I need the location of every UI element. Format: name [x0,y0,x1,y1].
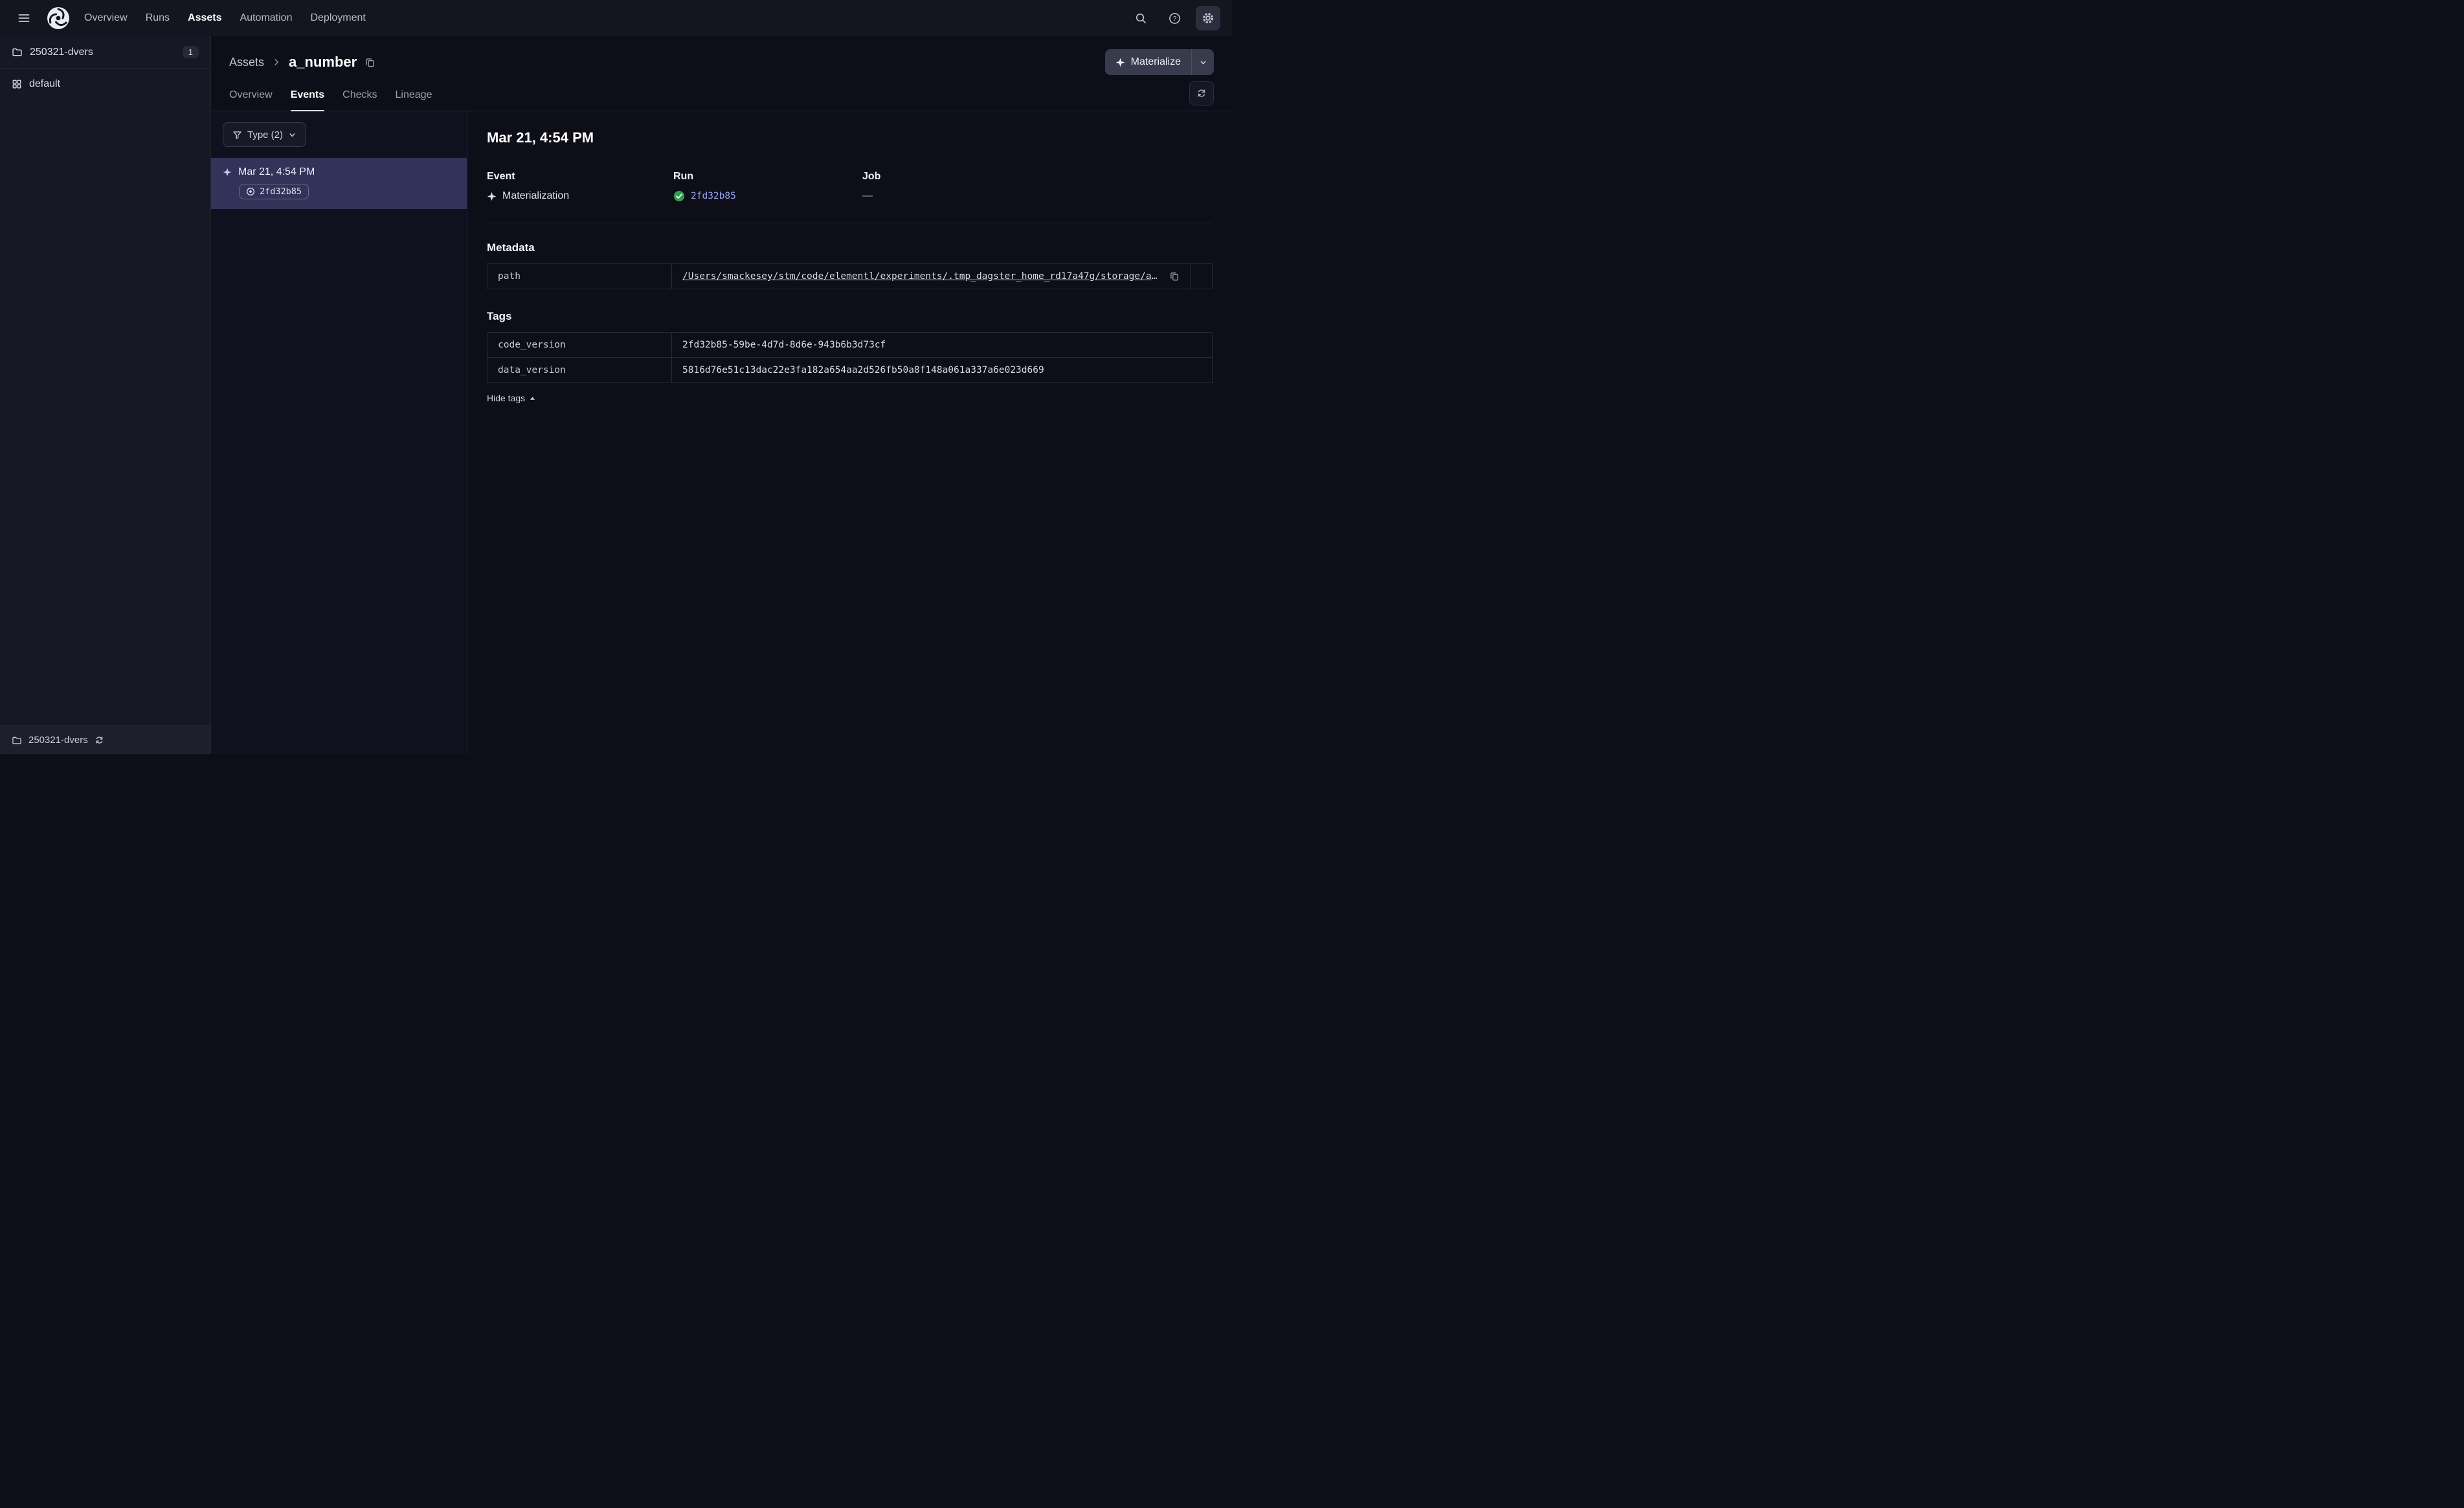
materialize-button[interactable]: Materialize [1105,49,1191,75]
search-icon [1136,13,1146,23]
search-button[interactable] [1128,6,1153,30]
nav-item-assets[interactable]: Assets [188,12,221,24]
svg-text:?: ? [1172,16,1176,23]
events-view: Type (2) Mar 21, 4:54 PM 2fd32b85 Mar 21… [211,111,1232,754]
event-list-item-selected[interactable]: Mar 21, 4:54 PM 2fd32b85 [211,158,467,209]
nav-item-deployment[interactable]: Deployment [310,12,365,24]
footer-workspace-label: 250321-dvers [28,735,88,746]
table-row: path /Users/smackesey/stm/code/elementl/… [487,263,1213,289]
metadata-heading: Metadata [487,241,535,254]
events-list-panel: Type (2) Mar 21, 4:54 PM 2fd32b85 [211,111,467,754]
refresh-button[interactable] [1189,81,1214,105]
event-detail-title: Mar 21, 4:54 PM [487,129,594,146]
materialize-dropdown-button[interactable] [1192,49,1214,75]
tab-events[interactable]: Events [290,89,325,111]
metadata-key: path [487,263,672,289]
event-detail-panel: Mar 21, 4:54 PM Event Materialization Ru… [467,111,1232,754]
hide-tags-button[interactable]: Hide tags [487,393,536,403]
settings-button[interactable] [1196,6,1220,30]
folder-icon [12,737,21,744]
workspace-label: 250321-dvers [30,46,93,58]
event-type-filter-label: Type (2) [247,129,284,140]
metadata-row-action-cell [1190,263,1213,289]
copy-asset-name-button[interactable] [364,57,375,68]
dagster-logo-icon [47,7,69,29]
tag-value: 2fd32b85-59be-4d7d-8d6e-943b6b3d73cf [671,332,1213,358]
table-row: data_version 5816d76e51c13dac22e3fa182a6… [487,357,1213,383]
chevron-right-icon [274,59,279,65]
check-circle-icon [673,190,685,202]
gear-icon [1203,13,1213,23]
caret-up-icon [530,396,535,400]
tags-heading: Tags [487,310,512,322]
run-column-label: Run [673,171,694,182]
events-filter-row: Type (2) [211,111,467,158]
sparkle-icon [223,168,232,177]
sidebar-item-default-group[interactable]: default [0,69,210,100]
copy-icon [1170,272,1178,281]
workspace-count-badge: 1 [182,46,199,58]
primary-nav: Overview Runs Assets Automation Deployme… [84,12,366,24]
hide-tags-label: Hide tags [487,393,526,403]
event-type-value: Materialization [502,190,570,201]
event-run-badge[interactable]: 2fd32b85 [239,184,309,199]
breadcrumb: Assets a_number [229,54,375,71]
help-icon: ? [1169,12,1180,24]
sync-icon [1198,89,1205,97]
nav-item-automation[interactable]: Automation [240,12,293,24]
top-nav: Overview Runs Assets Automation Deployme… [0,0,1232,36]
materialize-button-group: Materialize [1104,49,1214,75]
sparkle-icon [487,192,497,201]
tag-key: code_version [487,332,672,358]
hamburger-icon [18,14,30,22]
tag-value: 5816d76e51c13dac22e3fa182a654aa2d526fb50… [671,357,1213,383]
sync-icon[interactable] [95,735,104,745]
metadata-table: path /Users/smackesey/stm/code/elementl/… [487,263,1213,289]
nav-item-runs[interactable]: Runs [146,12,170,24]
page-title: a_number [289,54,357,70]
asset-group-icon [12,80,21,89]
path-value-link[interactable]: /Users/smackesey/stm/code/elementl/exper… [682,271,1161,282]
materialize-button-label: Materialize [1130,56,1181,67]
breadcrumb-assets-link[interactable]: Assets [229,56,264,69]
summary-run-column: Run 2fd32b85 [673,171,862,202]
tag-key: data_version [487,357,672,383]
summary-event-column: Event Materialization [487,171,673,202]
run-id-link[interactable]: 2fd32b85 [691,191,736,201]
sparkle-icon [1115,58,1125,67]
event-run-id: 2fd32b85 [260,186,302,197]
filter-icon [233,131,241,139]
chevron-down-icon [289,133,295,137]
tab-overview[interactable]: Overview [229,89,273,111]
copy-icon [366,58,375,67]
event-type-filter-button[interactable]: Type (2) [223,122,307,147]
asset-tabs: Overview Events Checks Lineage [229,81,1214,111]
event-column-label: Event [487,171,515,182]
asset-header: Assets a_number Materialize Overview Eve… [211,36,1232,111]
tab-lineage[interactable]: Lineage [396,89,432,111]
sidebar: 250321-dvers 1 default 250321-dvers [0,36,211,754]
copy-path-button[interactable] [1169,271,1180,282]
sidebar-footer[interactable]: 250321-dvers [0,726,210,754]
hamburger-menu-button[interactable] [12,6,36,30]
folder-icon [12,48,22,56]
job-column-label: Job [862,171,881,182]
event-timestamp: Mar 21, 4:54 PM [238,166,315,177]
run-status-icon [247,188,254,195]
group-label: default [29,78,61,89]
event-summary: Event Materialization Run 2fd32b85 Job — [487,171,1213,202]
nav-item-overview[interactable]: Overview [84,12,128,24]
tab-checks[interactable]: Checks [342,89,377,111]
summary-job-column: Job — [862,171,1213,202]
help-button[interactable]: ? [1162,6,1187,30]
table-row: code_version 2fd32b85-59be-4d7d-8d6e-943… [487,332,1213,358]
app-body: 250321-dvers 1 default 250321-dvers Asse… [0,36,1232,754]
job-value: — [862,190,873,201]
dagster-logo[interactable] [45,5,71,31]
caret-down-icon [1200,60,1205,64]
main-content: Assets a_number Materialize Overview Eve… [211,36,1232,754]
tags-table: code_version 2fd32b85-59be-4d7d-8d6e-943… [487,332,1213,383]
sidebar-item-workspace[interactable]: 250321-dvers 1 [0,36,210,69]
